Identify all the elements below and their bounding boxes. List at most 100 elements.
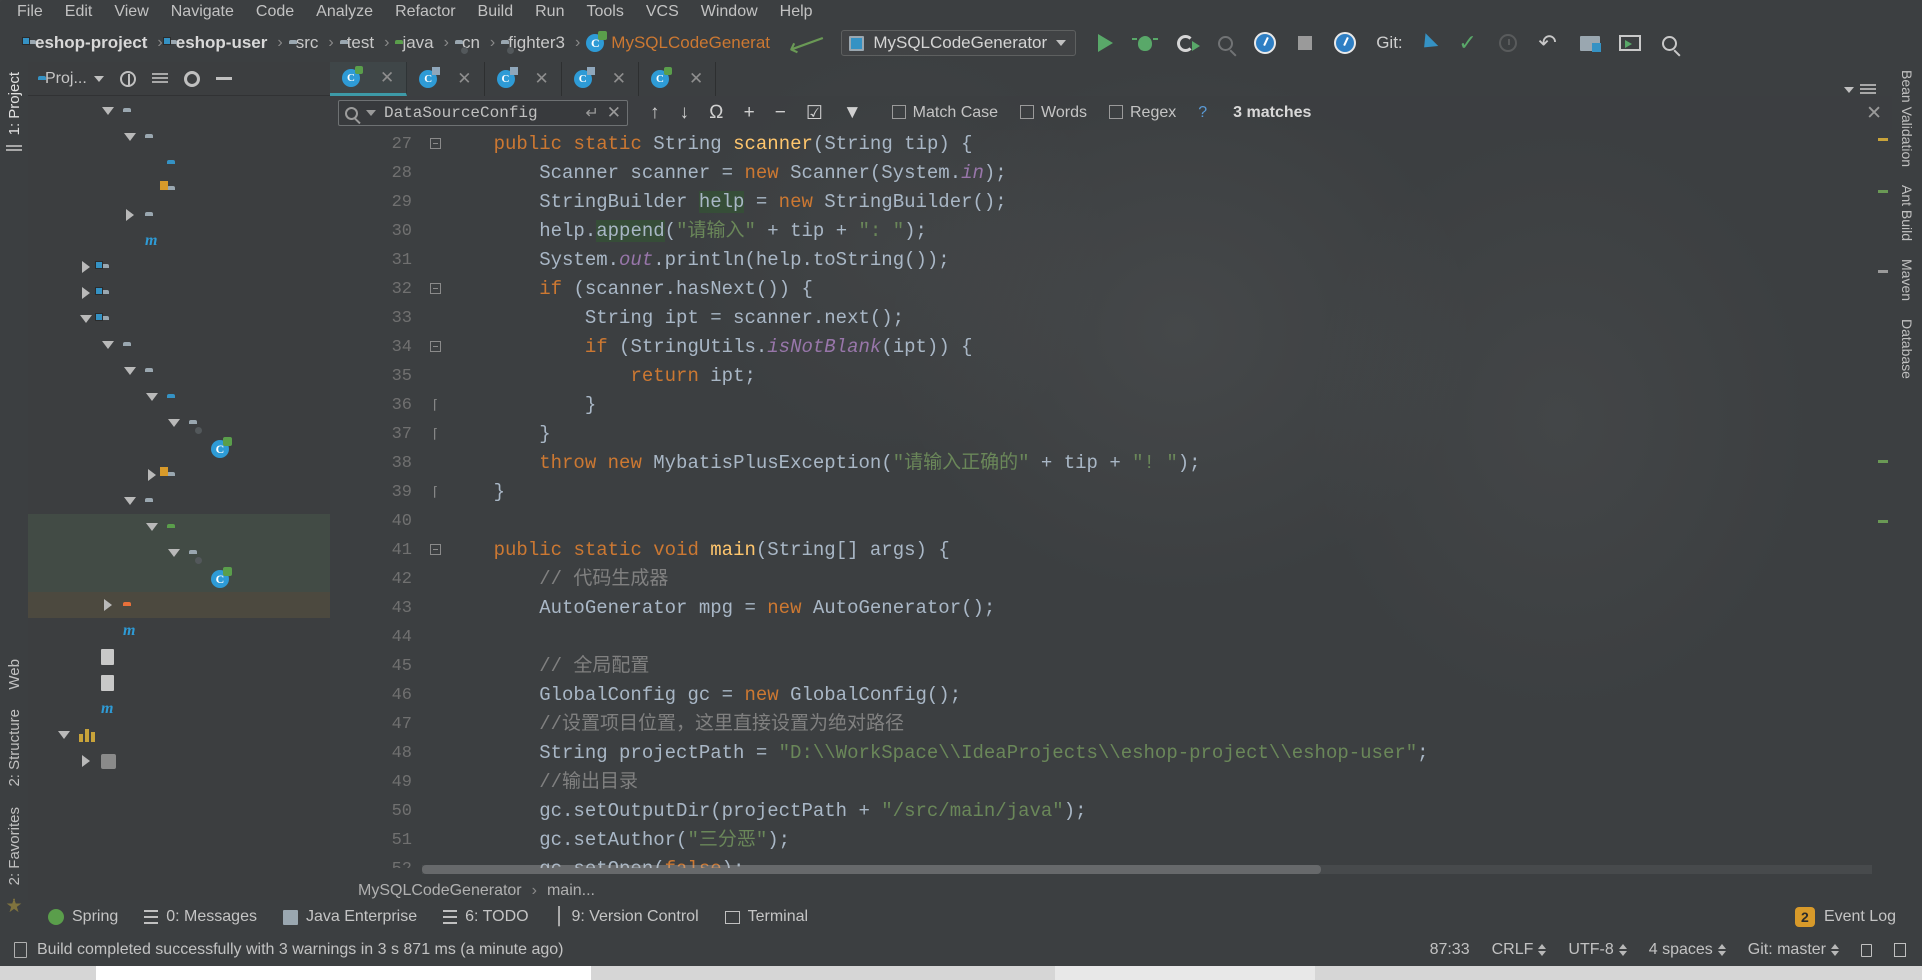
filter-icon[interactable]: ▼ — [843, 102, 862, 124]
code-line[interactable]: String ipt = scanner.next(); — [448, 304, 1892, 333]
breadcrumb-item-src[interactable]: src — [289, 33, 319, 53]
run-button[interactable] — [1092, 30, 1118, 56]
profile-button[interactable] — [1252, 30, 1278, 56]
find-help-icon[interactable]: ? — [1198, 104, 1207, 122]
add-selection-button[interactable]: + — [744, 102, 755, 124]
close-find-bar-icon[interactable]: ✕ — [1866, 102, 1892, 125]
code-line[interactable]: } — [448, 420, 1892, 449]
close-icon[interactable]: ✕ — [380, 68, 394, 88]
expand-arrow-icon[interactable] — [122, 133, 138, 141]
taskbar-window-1[interactable] — [96, 966, 591, 980]
hide-panel-icon[interactable] — [215, 77, 232, 80]
attach-profiler-button[interactable] — [1332, 30, 1358, 56]
tree-node[interactable] — [28, 280, 330, 306]
tree-node[interactable] — [28, 592, 330, 618]
tool-window-tab-ant-build[interactable]: Ant Build — [1899, 185, 1915, 241]
close-icon[interactable]: ✕ — [535, 69, 549, 89]
tree-node[interactable] — [28, 124, 330, 150]
project-structure-icon[interactable] — [1577, 30, 1603, 56]
words-checkbox[interactable]: Words — [1020, 104, 1087, 122]
code-line[interactable]: //输出目录 — [448, 768, 1892, 797]
tree-node[interactable] — [28, 722, 330, 748]
breadcrumb-item-fighter3[interactable]: fighter3 — [501, 33, 565, 53]
code-line[interactable]: } — [448, 391, 1892, 420]
tool-window-button-messages[interactable]: 0: Messages — [144, 908, 257, 926]
expand-arrow-icon[interactable] — [144, 523, 160, 531]
tree-node[interactable]: m — [28, 696, 330, 722]
git-commit-icon[interactable]: ✓ — [1455, 30, 1481, 56]
tree-node[interactable] — [28, 488, 330, 514]
collapse-arrow-icon[interactable] — [78, 261, 94, 273]
menu-item-navigate[interactable]: Navigate — [160, 1, 245, 23]
expand-arrow-icon[interactable] — [100, 107, 116, 115]
editor-breadcrumb-method[interactable]: main... — [547, 882, 595, 900]
expand-arrow-icon[interactable] — [122, 367, 138, 375]
code-line[interactable]: if (scanner.hasNext()) { — [448, 275, 1892, 304]
match-case-checkbox[interactable]: Match Case — [891, 104, 998, 122]
breadcrumb-item-test[interactable]: test — [340, 33, 374, 53]
code-line[interactable]: System.out.println(help.toString()); — [448, 246, 1892, 275]
code-line[interactable]: gc.setAuthor("三分恶"); — [448, 826, 1892, 855]
collapse-all-icon[interactable] — [151, 72, 168, 85]
find-all-button[interactable]: Ω — [709, 102, 724, 124]
tree-node[interactable] — [28, 670, 330, 696]
lock-icon[interactable] — [1861, 943, 1872, 957]
caret-position[interactable]: 87:33 — [1430, 941, 1470, 959]
rerun-button[interactable] — [1212, 30, 1238, 56]
horizontal-scrollbar[interactable] — [422, 865, 1872, 874]
breadcrumb-item-module[interactable]: eshop-user — [162, 33, 267, 53]
editor-tab-overflow[interactable] — [1844, 84, 1892, 96]
tree-node[interactable]: C — [28, 436, 330, 462]
code-line[interactable]: StringBuilder help = new StringBuilder()… — [448, 188, 1892, 217]
tool-window-tab-bean-validation[interactable]: Bean Validation — [1899, 70, 1915, 167]
code-line[interactable]: String projectPath = "D:\\WorkSpace\\Ide… — [448, 739, 1892, 768]
tree-node[interactable] — [28, 462, 330, 488]
tool-window-button-spring[interactable]: Spring — [48, 908, 118, 926]
expand-arrow-icon[interactable] — [166, 419, 182, 427]
tree-node[interactable] — [28, 410, 330, 436]
breadcrumb-item-java[interactable]: java — [395, 33, 433, 53]
editor-tab[interactable]: C ✕ — [639, 62, 717, 96]
run-configuration-selector[interactable]: MySQLCodeGenerator — [841, 30, 1077, 56]
tree-node[interactable] — [28, 540, 330, 566]
tree-node[interactable] — [28, 514, 330, 540]
tree-node[interactable] — [28, 202, 330, 228]
tool-window-tab-web[interactable]: Web — [2, 649, 27, 700]
menu-item-build[interactable]: Build — [467, 1, 525, 23]
encoding-selector[interactable]: UTF-8 — [1568, 941, 1627, 959]
collapse-arrow-icon[interactable] — [78, 287, 94, 299]
select-all-occurrences-button[interactable]: ☑ — [806, 102, 823, 125]
menu-item-code[interactable]: Code — [245, 1, 305, 23]
find-previous-button[interactable]: ↑ — [650, 102, 660, 124]
code-line[interactable]: public static String scanner(String tip)… — [448, 130, 1892, 159]
close-icon[interactable]: ✕ — [457, 69, 471, 89]
regex-checkbox[interactable]: Regex — [1108, 104, 1176, 122]
collapse-arrow-icon[interactable] — [100, 599, 116, 611]
search-everywhere-icon[interactable] — [1657, 30, 1683, 56]
code-line[interactable]: GlobalConfig gc = new GlobalConfig(); — [448, 681, 1892, 710]
trash-icon[interactable] — [1894, 943, 1906, 957]
tool-window-button-terminal[interactable]: Terminal — [724, 908, 808, 926]
expand-arrow-icon[interactable] — [78, 315, 94, 323]
stop-button[interactable] — [1292, 30, 1318, 56]
tree-node[interactable] — [28, 644, 330, 670]
find-input[interactable]: DataSourceConfig — [384, 104, 577, 122]
git-branch-selector[interactable]: Git: master — [1748, 941, 1839, 959]
code-line[interactable]: // 代码生成器 — [448, 565, 1892, 594]
code-folding-gutter[interactable]: ⌈ ⌈ ⌈ — [422, 130, 448, 868]
tree-node[interactable] — [28, 306, 330, 332]
event-log-button[interactable]: 2 Event Log — [1794, 907, 1922, 927]
collapse-arrow-icon[interactable] — [144, 469, 160, 481]
breadcrumb-item-project[interactable]: eshop-project — [22, 33, 147, 53]
fold-marker[interactable] — [422, 333, 448, 362]
gear-icon[interactable] — [183, 70, 200, 87]
code-text[interactable]: public static String scanner(String tip)… — [448, 130, 1892, 868]
code-line[interactable]: if (StringUtils.isNotBlank(ipt)) { — [448, 333, 1892, 362]
debug-button[interactable] — [1132, 30, 1159, 56]
chevron-down-icon[interactable] — [366, 110, 376, 116]
code-line[interactable]: help.append("请输入" + tip + ": "); — [448, 217, 1892, 246]
code-line[interactable]: throw new MybatisPlusException("请输入正确的" … — [448, 449, 1892, 478]
indent-selector[interactable]: 4 spaces — [1649, 941, 1726, 959]
code-line[interactable]: // 全局配置 — [448, 652, 1892, 681]
editor-tab[interactable]: C ✕ — [562, 62, 639, 96]
